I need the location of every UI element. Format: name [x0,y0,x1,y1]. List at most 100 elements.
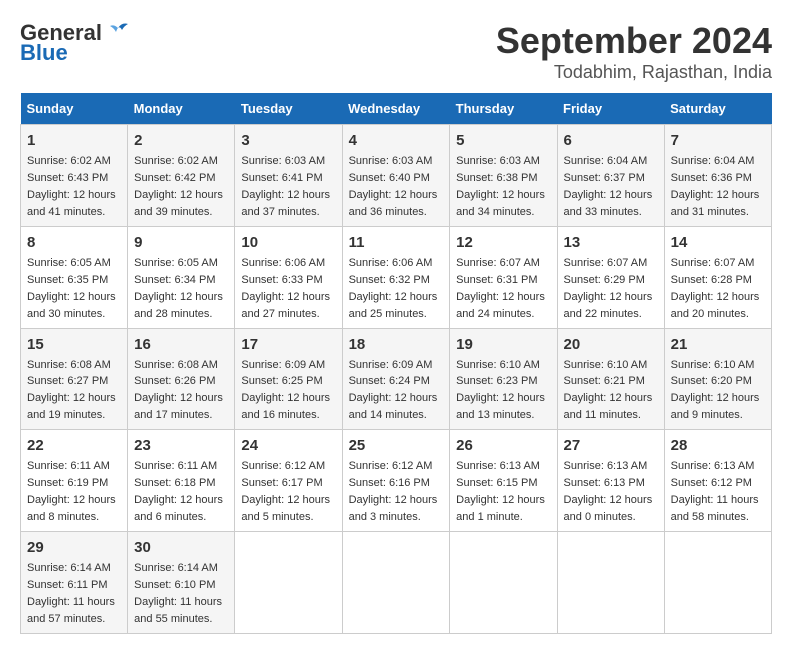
day-info: Sunrise: 6:11 AMSunset: 6:19 PMDaylight:… [27,460,116,523]
day-info: Sunrise: 6:11 AMSunset: 6:18 PMDaylight:… [134,460,223,523]
day-info: Sunrise: 6:09 AMSunset: 6:24 PMDaylight:… [349,359,438,422]
day-info: Sunrise: 6:08 AMSunset: 6:26 PMDaylight:… [134,359,223,422]
day-info: Sunrise: 6:12 AMSunset: 6:17 PMDaylight:… [241,460,330,523]
calendar-cell [557,532,664,634]
calendar-cell: 6 Sunrise: 6:04 AMSunset: 6:37 PMDaylight… [557,125,664,227]
day-info: Sunrise: 6:04 AMSunset: 6:36 PMDaylight:… [671,155,760,218]
day-info: Sunrise: 6:10 AMSunset: 6:23 PMDaylight:… [456,359,545,422]
day-info: Sunrise: 6:09 AMSunset: 6:25 PMDaylight:… [241,359,330,422]
calendar-title: September 2024 [496,20,772,62]
calendar-cell: 11Sunrise: 6:06 AMSunset: 6:32 PMDayligh… [342,226,450,328]
calendar-cell: 29Sunrise: 6:14 AMSunset: 6:11 PMDayligh… [21,532,128,634]
calendar-week-2: 8 Sunrise: 6:05 AMSunset: 6:35 PMDaylight… [21,226,772,328]
day-info: Sunrise: 6:07 AMSunset: 6:29 PMDaylight:… [564,257,653,320]
calendar-cell: 23 Sunrise: 6:11 AMSunset: 6:18 PMDayligh… [128,430,235,532]
calendar-cell: 18 Sunrise: 6:09 AMSunset: 6:24 PMDayligh… [342,328,450,430]
calendar-week-4: 22Sunrise: 6:11 AMSunset: 6:19 PMDayligh… [21,430,772,532]
calendar-cell: 20 Sunrise: 6:10 AMSunset: 6:21 PMDayligh… [557,328,664,430]
header-day-friday: Friday [557,93,664,125]
day-number: 21 [671,334,765,355]
calendar-cell: 12Sunrise: 6:07 AMSunset: 6:31 PMDayligh… [450,226,557,328]
calendar-cell: 2 Sunrise: 6:02 AMSunset: 6:42 PMDaylight… [128,125,235,227]
title-area: September 2024 Todabhim, Rajasthan, Indi… [496,20,772,83]
day-info: Sunrise: 6:07 AMSunset: 6:28 PMDaylight:… [671,257,760,320]
day-info: Sunrise: 6:03 AMSunset: 6:40 PMDaylight:… [349,155,438,218]
day-info: Sunrise: 6:08 AMSunset: 6:27 PMDaylight:… [27,359,116,422]
calendar-cell: 13Sunrise: 6:07 AMSunset: 6:29 PMDayligh… [557,226,664,328]
day-number: 1 [27,130,121,151]
day-info: Sunrise: 6:03 AMSunset: 6:41 PMDaylight:… [241,155,330,218]
calendar-cell: 1 Sunrise: 6:02 AMSunset: 6:43 PMDaylight… [21,125,128,227]
day-number: 25 [349,435,444,456]
day-info: Sunrise: 6:10 AMSunset: 6:20 PMDaylight:… [671,359,760,422]
day-number: 9 [134,232,228,253]
calendar-cell: 3 Sunrise: 6:03 AMSunset: 6:41 PMDaylight… [235,125,342,227]
day-number: 19 [456,334,550,355]
day-number: 10 [241,232,335,253]
day-number: 18 [349,334,444,355]
calendar-cell: 30 Sunrise: 6:14 AMSunset: 6:10 PMDayligh… [128,532,235,634]
day-number: 17 [241,334,335,355]
day-number: 24 [241,435,335,456]
day-number: 23 [134,435,228,456]
day-number: 3 [241,130,335,151]
calendar-cell: 16 Sunrise: 6:08 AMSunset: 6:26 PMDayligh… [128,328,235,430]
calendar-table: SundayMondayTuesdayWednesdayThursdayFrid… [20,93,772,634]
day-info: Sunrise: 6:13 AMSunset: 6:15 PMDaylight:… [456,460,545,523]
day-info: Sunrise: 6:02 AMSunset: 6:43 PMDaylight:… [27,155,116,218]
logo-bird-icon [104,20,132,40]
day-info: Sunrise: 6:13 AMSunset: 6:12 PMDaylight:… [671,460,759,523]
calendar-cell: 9 Sunrise: 6:05 AMSunset: 6:34 PMDaylight… [128,226,235,328]
day-number: 15 [27,334,121,355]
day-info: Sunrise: 6:05 AMSunset: 6:34 PMDaylight:… [134,257,223,320]
calendar-cell: 21 Sunrise: 6:10 AMSunset: 6:20 PMDayligh… [664,328,771,430]
calendar-cell: 10 Sunrise: 6:06 AMSunset: 6:33 PMDayligh… [235,226,342,328]
day-number: 2 [134,130,228,151]
header-day-saturday: Saturday [664,93,771,125]
calendar-cell: 27 Sunrise: 6:13 AMSunset: 6:13 PMDayligh… [557,430,664,532]
day-info: Sunrise: 6:03 AMSunset: 6:38 PMDaylight:… [456,155,545,218]
day-info: Sunrise: 6:14 AMSunset: 6:10 PMDaylight:… [134,562,222,625]
day-info: Sunrise: 6:06 AMSunset: 6:33 PMDaylight:… [241,257,330,320]
day-number: 30 [134,537,228,558]
day-info: Sunrise: 6:05 AMSunset: 6:35 PMDaylight:… [27,257,116,320]
calendar-body: 1 Sunrise: 6:02 AMSunset: 6:43 PMDaylight… [21,125,772,634]
calendar-cell: 8 Sunrise: 6:05 AMSunset: 6:35 PMDaylight… [21,226,128,328]
calendar-cell [664,532,771,634]
header-row: SundayMondayTuesdayWednesdayThursdayFrid… [21,93,772,125]
day-number: 16 [134,334,228,355]
day-info: Sunrise: 6:02 AMSunset: 6:42 PMDaylight:… [134,155,223,218]
calendar-cell: 5 Sunrise: 6:03 AMSunset: 6:38 PMDaylight… [450,125,557,227]
day-number: 4 [349,130,444,151]
calendar-cell: 22Sunrise: 6:11 AMSunset: 6:19 PMDayligh… [21,430,128,532]
header-day-monday: Monday [128,93,235,125]
calendar-cell: 25 Sunrise: 6:12 AMSunset: 6:16 PMDayligh… [342,430,450,532]
header-day-sunday: Sunday [21,93,128,125]
calendar-cell: 28 Sunrise: 6:13 AMSunset: 6:12 PMDayligh… [664,430,771,532]
day-info: Sunrise: 6:12 AMSunset: 6:16 PMDaylight:… [349,460,438,523]
day-number: 28 [671,435,765,456]
calendar-cell: 14 Sunrise: 6:07 AMSunset: 6:28 PMDayligh… [664,226,771,328]
day-info: Sunrise: 6:07 AMSunset: 6:31 PMDaylight:… [456,257,545,320]
header-day-wednesday: Wednesday [342,93,450,125]
day-number: 20 [564,334,658,355]
calendar-week-1: 1 Sunrise: 6:02 AMSunset: 6:43 PMDaylight… [21,125,772,227]
calendar-cell [342,532,450,634]
calendar-header: SundayMondayTuesdayWednesdayThursdayFrid… [21,93,772,125]
day-info: Sunrise: 6:13 AMSunset: 6:13 PMDaylight:… [564,460,653,523]
day-number: 27 [564,435,658,456]
calendar-cell: 17 Sunrise: 6:09 AMSunset: 6:25 PMDayligh… [235,328,342,430]
header-day-thursday: Thursday [450,93,557,125]
day-number: 5 [456,130,550,151]
header-day-tuesday: Tuesday [235,93,342,125]
day-number: 14 [671,232,765,253]
day-info: Sunrise: 6:04 AMSunset: 6:37 PMDaylight:… [564,155,653,218]
calendar-cell: 7Sunrise: 6:04 AMSunset: 6:36 PMDaylight… [664,125,771,227]
day-number: 6 [564,130,658,151]
day-number: 29 [27,537,121,558]
day-info: Sunrise: 6:06 AMSunset: 6:32 PMDaylight:… [349,257,438,320]
day-info: Sunrise: 6:10 AMSunset: 6:21 PMDaylight:… [564,359,653,422]
calendar-cell: 15 Sunrise: 6:08 AMSunset: 6:27 PMDayligh… [21,328,128,430]
day-number: 8 [27,232,121,253]
calendar-cell: 26Sunrise: 6:13 AMSunset: 6:15 PMDayligh… [450,430,557,532]
